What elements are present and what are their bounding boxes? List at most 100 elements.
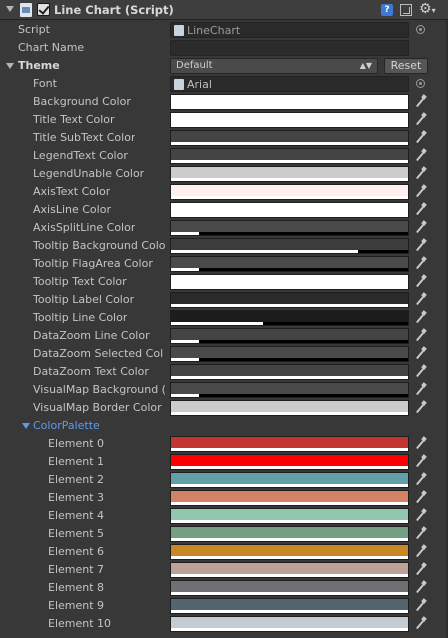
enable-checkbox[interactable] (37, 3, 50, 16)
eyedropper-icon[interactable] (414, 617, 428, 631)
background-color-swatch[interactable] (170, 94, 409, 110)
eyedropper-icon[interactable] (414, 347, 428, 361)
palette-element-0-swatch[interactable] (170, 436, 409, 452)
tooltip-label-color-swatch[interactable] (170, 292, 409, 308)
alpha-fill (171, 160, 408, 163)
font-field[interactable]: Arial (170, 76, 409, 92)
alpha-bar (171, 502, 408, 505)
reset-button[interactable]: Reset (384, 58, 428, 74)
chart-name-input[interactable] (170, 40, 409, 56)
component-header[interactable]: Line Chart (Script) ? ⚙ (0, 0, 448, 20)
axistext-color-swatch[interactable] (170, 184, 409, 200)
title-subtext-color-label: Title SubText Color (33, 131, 136, 144)
eyedropper-icon[interactable] (414, 401, 428, 415)
eyedropper-icon[interactable] (414, 185, 428, 199)
eyedropper-icon[interactable] (414, 473, 428, 487)
alpha-fill (171, 502, 408, 505)
eyedropper-icon[interactable] (414, 203, 428, 217)
eyedropper-icon[interactable] (414, 365, 428, 379)
eyedropper-icon[interactable] (414, 491, 428, 505)
eyedropper-icon[interactable] (414, 509, 428, 523)
palette-element-2-swatch[interactable] (170, 472, 409, 488)
color-palette-fold-icon[interactable] (22, 423, 30, 429)
eyedropper-icon[interactable] (414, 167, 428, 181)
visualmap-background-swatch[interactable] (170, 382, 409, 398)
preset-icon[interactable] (400, 4, 412, 16)
eyedropper-icon[interactable] (414, 581, 428, 595)
datazoom-line-color-swatch[interactable] (170, 328, 409, 344)
palette-element-9-swatch[interactable] (170, 598, 409, 614)
eyedropper-icon[interactable] (414, 257, 428, 271)
eyedropper-icon[interactable] (414, 527, 428, 541)
palette-element-2-label: Element 2 (48, 473, 105, 486)
alpha-bar (171, 322, 408, 325)
palette-element-1-swatch[interactable] (170, 454, 409, 470)
script-label: Script (18, 23, 50, 36)
alpha-bar (171, 358, 408, 361)
alpha-fill (171, 232, 200, 235)
alpha-bar (171, 304, 408, 307)
tooltip-background-colo-row: Tooltip Background Colo (0, 237, 448, 255)
chart-name-row: Chart Name (0, 39, 448, 57)
visualmap-background-label: VisualMap Background ( (33, 383, 166, 396)
gear-icon[interactable]: ⚙ (419, 1, 436, 19)
font-asset-icon (174, 79, 184, 90)
eyedropper-icon[interactable] (414, 113, 428, 127)
eyedropper-icon[interactable] (414, 329, 428, 343)
datazoom-line-color-row: DataZoom Line Color (0, 327, 448, 345)
theme-dropdown[interactable]: Default ▲▼ (170, 58, 378, 74)
datazoom-text-color-swatch[interactable] (170, 364, 409, 380)
theme-label[interactable]: Theme (18, 59, 60, 72)
legendunable-color-row: LegendUnable Color (0, 165, 448, 183)
eyedropper-icon[interactable] (414, 383, 428, 397)
palette-element-3-swatch[interactable] (170, 490, 409, 506)
palette-element-10-swatch[interactable] (170, 616, 409, 632)
axisline-color-swatch[interactable] (170, 202, 409, 218)
theme-fold-icon[interactable] (6, 63, 14, 69)
eyedropper-icon[interactable] (414, 599, 428, 613)
alpha-bar (171, 394, 408, 397)
visualmap-border-color-swatch[interactable] (170, 400, 409, 416)
alpha-bar (171, 556, 408, 559)
tooltip-text-color-swatch[interactable] (170, 274, 409, 290)
palette-element-3-label: Element 3 (48, 491, 105, 504)
title-subtext-color-swatch[interactable] (170, 130, 409, 146)
palette-element-6-label: Element 6 (48, 545, 105, 558)
fold-arrow-icon[interactable] (6, 6, 14, 12)
eyedropper-icon[interactable] (414, 293, 428, 307)
title-text-color-swatch[interactable] (170, 112, 409, 128)
eyedropper-icon[interactable] (414, 95, 428, 109)
tooltip-line-color-swatch[interactable] (170, 310, 409, 326)
help-icon[interactable]: ? (381, 4, 393, 16)
datazoom-line-color-label: DataZoom Line Color (33, 329, 150, 342)
eyedropper-icon[interactable] (414, 311, 428, 325)
tooltip-label-color-row: Tooltip Label Color (0, 291, 448, 309)
alpha-fill (171, 304, 408, 307)
object-picker-icon[interactable] (416, 79, 425, 88)
title-subtext-color-row: Title SubText Color (0, 129, 448, 147)
eyedropper-icon[interactable] (414, 149, 428, 163)
palette-element-7-swatch[interactable] (170, 562, 409, 578)
palette-element-8-swatch[interactable] (170, 580, 409, 596)
eyedropper-icon[interactable] (414, 221, 428, 235)
palette-element-6-swatch[interactable] (170, 544, 409, 560)
color-palette-label[interactable]: ColorPalette (33, 419, 100, 432)
legendtext-color-swatch[interactable] (170, 148, 409, 164)
legendunable-color-swatch[interactable] (170, 166, 409, 182)
tooltip-background-colo-swatch[interactable] (170, 238, 409, 254)
datazoom-selected-col-swatch[interactable] (170, 346, 409, 362)
palette-element-5-swatch[interactable] (170, 526, 409, 542)
eyedropper-icon[interactable] (414, 239, 428, 253)
eyedropper-icon[interactable] (414, 545, 428, 559)
palette-element-9-row: Element 9 (0, 597, 448, 615)
object-picker-icon[interactable] (416, 25, 425, 34)
eyedropper-icon[interactable] (414, 437, 428, 451)
tooltip-flagarea-color-swatch[interactable] (170, 256, 409, 272)
eyedropper-icon[interactable] (414, 275, 428, 289)
eyedropper-icon[interactable] (414, 563, 428, 577)
axissplitline-color-swatch[interactable] (170, 220, 409, 236)
visualmap-background-row: VisualMap Background ( (0, 381, 448, 399)
eyedropper-icon[interactable] (414, 131, 428, 145)
eyedropper-icon[interactable] (414, 455, 428, 469)
palette-element-4-swatch[interactable] (170, 508, 409, 524)
